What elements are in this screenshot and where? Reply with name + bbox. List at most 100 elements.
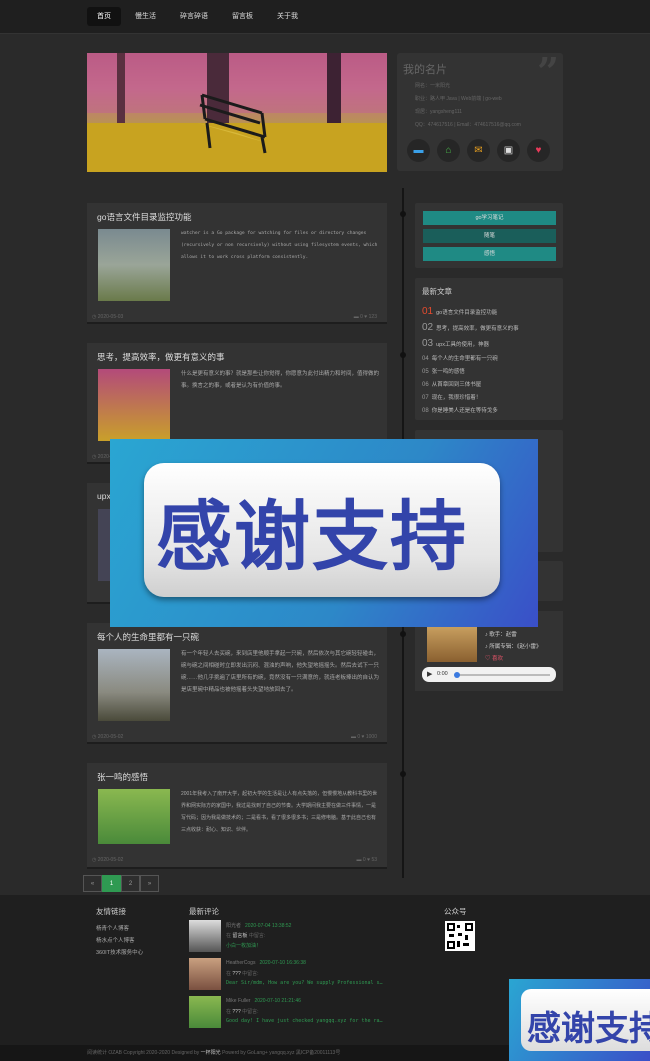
post-date-text: 2020-05-02: [97, 857, 124, 863]
article-link[interactable]: 04 每个人的生命里都有一只碗: [422, 354, 498, 362]
nav-about[interactable]: 关于我: [267, 7, 308, 26]
chat-icon[interactable]: ▬: [407, 139, 430, 162]
where-suffix: 中留言:: [242, 1009, 259, 1015]
post-date: ◷ 2020-05-03: [92, 314, 124, 320]
pager-page-1[interactable]: 1: [102, 875, 121, 892]
article-link[interactable]: 05 张一鸣的感悟: [422, 367, 465, 375]
post-card[interactable]: go语言文件目录监控功能 watcher is a Go package for…: [87, 203, 387, 324]
timeline-dot: [400, 771, 406, 777]
where-target[interactable]: ???: [232, 1009, 240, 1015]
copyright-author[interactable]: 一杯阳光: [201, 1050, 221, 1056]
thanks-pill-small: 感谢支持: [521, 989, 650, 1051]
copyright-pre: 阅读统计 OZAB Copyright 2020-2020 Designed b…: [87, 1050, 201, 1056]
music-album: ♪ 所属专辑：《赵小雷》: [485, 644, 542, 650]
post-title[interactable]: 每个人的生命里都有一只碗: [97, 631, 199, 643]
friend-link[interactable]: 360IT技术服务中心: [96, 948, 143, 956]
image-icon[interactable]: ▣: [497, 139, 520, 162]
article-rank: 01: [422, 306, 434, 317]
article-rank: 08: [422, 408, 429, 414]
mail-icon[interactable]: ✉: [467, 139, 490, 162]
friend-link[interactable]: 杨青个人博客: [96, 924, 129, 932]
author-name: Mike Fuller: [226, 998, 251, 1004]
audio-player[interactable]: ▶ 0:00: [422, 667, 556, 682]
qr-code-pattern: [447, 923, 473, 949]
article-link[interactable]: 06 从首章回到三体书屋: [422, 380, 481, 388]
post-title[interactable]: 思考，提高效率，做更有意义的事: [97, 351, 225, 363]
comment-body: Good day! I have just checked yangqq.xyz…: [226, 1018, 383, 1024]
timeline-dot: [400, 631, 406, 637]
article-link[interactable]: 03 upx工具的使用，神器: [422, 338, 489, 349]
article-link[interactable]: 07 现在，我很珍惜着！: [422, 393, 481, 401]
post-title[interactable]: upx: [97, 491, 111, 501]
article-title[interactable]: 张一鸣的感悟: [432, 369, 465, 375]
nav-guestbook[interactable]: 留言板: [222, 7, 263, 26]
audio-progress-handle[interactable]: [454, 672, 460, 678]
post-card[interactable]: 张一鸣的感悟 2001年我考入了南开大学，起初大学的生活是让人有点失落的，但慢慢…: [87, 763, 387, 869]
post-title[interactable]: 张一鸣的感悟: [97, 771, 148, 783]
where-suffix: 中留言:: [248, 933, 266, 939]
music-singer: ♪ 歌手：赵雷: [485, 632, 517, 638]
friend-link[interactable]: 杨水点个人博客: [96, 936, 135, 944]
nav-items: 首页 慢生活 碎言碎语 留言板 关于我: [87, 7, 308, 26]
post-date: ◷ 2020-05-02: [92, 734, 124, 740]
article-title[interactable]: 每个人的生命里都有一只碗: [432, 356, 498, 362]
author-name: HeatherCogs: [226, 960, 256, 966]
pager-prev[interactable]: «: [83, 875, 102, 892]
where-target[interactable]: 留言板: [232, 933, 247, 939]
post-thumbnail[interactable]: [98, 229, 170, 301]
post-thumbnail[interactable]: [98, 789, 170, 844]
article-title[interactable]: 思考，提高效率，做更有意义的事: [436, 326, 519, 332]
comment-body: 小白一枚加油！: [226, 943, 262, 949]
post-title[interactable]: go语言文件目录监控功能: [97, 211, 191, 223]
where-suffix: 中留言:: [242, 971, 259, 977]
thanks-pill: 感谢支持: [144, 463, 500, 597]
post-likes: 123: [368, 314, 377, 320]
post-date: ◷ 2020-05-02: [92, 857, 124, 863]
comment-item[interactable]: 阳光者 2020-07-04 13:38:52 在 留言板 中留言: 小白一枚加油…: [189, 920, 389, 954]
play-icon[interactable]: ▶: [427, 670, 432, 678]
comment-author: 阳光者 2020-07-04 13:38:52: [226, 922, 291, 929]
post-thumbnail[interactable]: [98, 369, 170, 441]
comment-where: 在 ??? 中留言:: [226, 1008, 259, 1015]
post-summary: 什么是更有意义的事？就是那些让你觉得，你愿意为此付出精力和时间，值得做的事。换言…: [181, 371, 380, 389]
menu-essays[interactable]: 随笔: [423, 229, 556, 243]
comment-item[interactable]: HeatherCogs 2020-07-10 16:36:38 在 ??? 中留言…: [189, 958, 389, 992]
heart-icon[interactable]: ♥: [527, 139, 550, 162]
menu-reflections[interactable]: 感悟: [423, 247, 556, 261]
home-icon[interactable]: ⌂: [437, 139, 460, 162]
article-link[interactable]: 02 思考，提高效率，做更有意义的事: [422, 322, 519, 333]
article-title[interactable]: go语言文件目录监控功能: [436, 310, 497, 316]
hero-image: [87, 53, 387, 172]
post-comments: 0: [357, 734, 361, 740]
like-text[interactable]: 喜欢: [492, 656, 503, 662]
article-title[interactable]: 现在，我很珍惜着！: [432, 395, 482, 401]
nav-home[interactable]: 首页: [87, 7, 121, 26]
article-link[interactable]: 08 你是睡美人还是在等待戈多: [422, 406, 498, 414]
nav-fragments[interactable]: 碎言碎语: [170, 7, 218, 26]
post-card[interactable]: 每个人的生命里都有一只碗 有一个年轻人去买碗，来到店里他顺手拿起一只碗，然后依次…: [87, 623, 387, 744]
comment-author: Mike Fuller 2020-07-10 21:21:46: [226, 998, 301, 1004]
article-title[interactable]: 从首章回到三体书屋: [432, 382, 482, 388]
pager-page-2[interactable]: 2: [121, 875, 140, 892]
card-line-job: 职业：路人甲 Java | Web前端 | go-web: [415, 96, 502, 102]
audio-progress-track[interactable]: [455, 674, 550, 676]
post-thumbnail[interactable]: [98, 649, 170, 721]
avatar: [189, 996, 221, 1028]
nav-slow-life[interactable]: 慢生活: [125, 7, 166, 26]
copyright-post: Powerd by GoLang+ yangqq.xyz 黑ICP备200111…: [220, 1050, 341, 1056]
article-link[interactable]: 01 go语言文件目录监控功能: [422, 306, 497, 317]
latest-title: 最新文章: [422, 287, 452, 296]
pager-next[interactable]: »: [140, 875, 159, 892]
article-title[interactable]: upx工具的使用，神器: [436, 342, 489, 348]
singer-text: 歌手：赵雷: [489, 632, 517, 638]
where-target[interactable]: ???: [232, 971, 240, 977]
comment-time: 2020-07-10 21:21:46: [254, 998, 301, 1004]
post-comments: 0: [362, 857, 366, 863]
music-like[interactable]: ♡ 喜欢: [485, 654, 503, 662]
audio-time: 0:00: [437, 671, 448, 677]
comment-item[interactable]: Mike Fuller 2020-07-10 21:21:46 在 ??? 中留言…: [189, 996, 389, 1030]
article-title[interactable]: 你是睡美人还是在等待戈多: [432, 408, 498, 414]
menu-go-notes[interactable]: go学习笔记: [423, 211, 556, 225]
article-rank: 06: [422, 382, 429, 388]
post-comments: 0: [360, 314, 363, 320]
